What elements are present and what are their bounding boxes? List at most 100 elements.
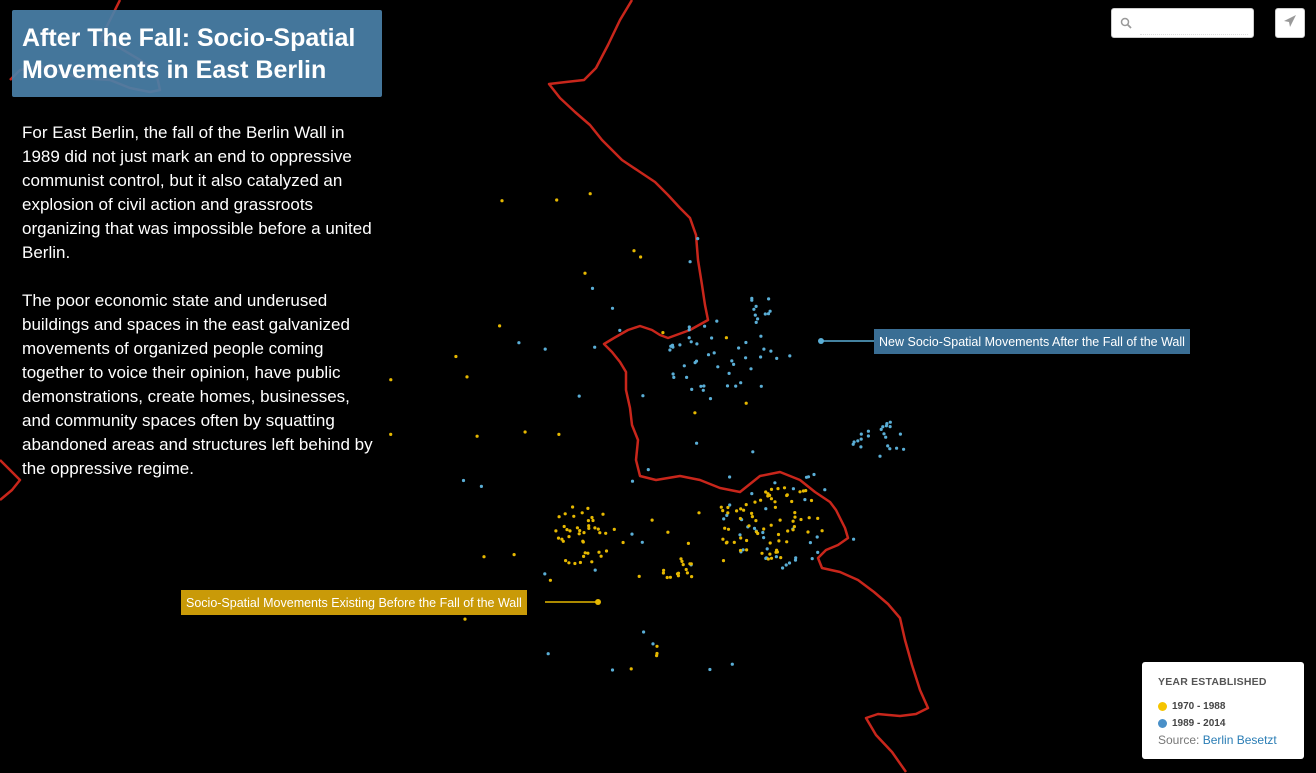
post-1989-point[interactable] [710,336,714,340]
pre-1989-point[interactable] [773,500,777,504]
post-1989-point[interactable] [730,359,734,363]
pre-1989-point[interactable] [804,489,808,493]
post-1989-point[interactable] [787,561,792,565]
pre-1989-point[interactable] [686,541,691,546]
post-1989-point[interactable] [808,541,813,545]
post-1989-point[interactable] [884,424,889,428]
post-1989-point[interactable] [753,313,757,317]
post-1989-point[interactable] [763,312,767,316]
search-input[interactable] [1140,14,1248,35]
post-1989-point[interactable] [651,642,655,646]
pre-1989-point[interactable] [769,523,773,527]
post-1989-point[interactable] [866,429,871,433]
pre-1989-point[interactable] [681,563,685,567]
pre-1989-point[interactable] [568,529,572,533]
pre-1989-point[interactable] [750,511,754,515]
pre-1989-point[interactable] [650,518,654,522]
callout-after-fall[interactable]: New Socio-Spatial Movements After the Fa… [874,329,1190,354]
pre-1989-point[interactable] [724,336,729,340]
post-1989-point[interactable] [774,555,779,559]
post-1989-point[interactable] [672,375,676,379]
post-1989-point[interactable] [759,355,763,359]
pre-1989-point[interactable] [721,537,725,541]
pre-1989-point[interactable] [465,375,469,379]
post-1989-point[interactable] [668,348,672,352]
pre-1989-point[interactable] [668,575,673,579]
pre-1989-point[interactable] [721,559,726,563]
pre-1989-point[interactable] [769,487,774,491]
pre-1989-point[interactable] [555,198,559,202]
pre-1989-point[interactable] [580,511,584,515]
pre-1989-point[interactable] [726,527,731,531]
post-1989-point[interactable] [738,533,742,537]
post-1989-point[interactable] [678,343,682,347]
pre-1989-point[interactable] [500,199,504,203]
post-1989-point[interactable] [815,535,819,539]
pre-1989-point[interactable] [582,554,586,559]
pre-1989-point[interactable] [685,571,690,575]
post-1989-point[interactable] [671,372,675,376]
post-1989-point[interactable] [543,572,547,576]
pre-1989-point[interactable] [598,531,602,535]
post-1989-point[interactable] [852,537,856,541]
pre-1989-point[interactable] [586,506,590,510]
post-1989-point[interactable] [762,347,766,351]
pre-1989-point[interactable] [482,555,486,559]
post-1989-point[interactable] [879,427,883,431]
pre-1989-point[interactable] [597,550,601,554]
post-1989-point[interactable] [701,388,705,392]
post-1989-point[interactable] [888,420,892,424]
pre-1989-point[interactable] [769,497,774,501]
pre-1989-point[interactable] [756,531,760,536]
post-1989-point[interactable] [708,667,712,672]
post-1989-point[interactable] [630,479,635,483]
pre-1989-point[interactable] [778,518,782,522]
pre-1989-point[interactable] [693,411,697,415]
pre-1989-point[interactable] [791,519,795,523]
pre-1989-point[interactable] [523,430,527,434]
post-1989-point[interactable] [750,296,754,300]
pre-1989-point[interactable] [747,524,751,528]
post-1989-point[interactable] [702,384,706,388]
post-1989-movements-points[interactable] [461,237,906,672]
post-1989-point[interactable] [898,432,903,436]
post-1989-point[interactable] [461,478,466,483]
pre-1989-point[interactable] [786,529,790,533]
post-1989-point[interactable] [773,481,777,485]
post-1989-point[interactable] [775,356,779,360]
post-1989-point[interactable] [762,536,766,540]
pre-1989-point[interactable] [590,560,594,564]
post-1989-point[interactable] [859,445,863,449]
post-1989-point[interactable] [730,662,734,666]
pre-1989-point[interactable] [777,539,781,543]
post-1989-point[interactable] [856,439,860,443]
post-1989-point[interactable] [694,359,699,363]
post-1989-point[interactable] [695,441,699,445]
pre-1989-point[interactable] [719,505,723,509]
post-1989-point[interactable] [751,450,755,454]
post-1989-point[interactable] [878,454,882,458]
post-1989-point[interactable] [882,432,886,436]
post-1989-point[interactable] [706,353,711,357]
post-1989-point[interactable] [630,532,634,536]
pre-1989-point[interactable] [754,519,758,523]
pre-1989-point[interactable] [726,505,730,510]
pre-1989-point[interactable] [739,536,743,540]
pre-1989-point[interactable] [612,527,616,532]
pre-1989-point[interactable] [454,354,458,359]
pre-1989-point[interactable] [732,540,736,545]
pre-1989-point[interactable] [809,498,814,503]
post-1989-point[interactable] [764,507,768,511]
post-1989-point[interactable] [479,484,483,488]
post-1989-point[interactable] [712,351,716,355]
post-1989-point[interactable] [593,568,597,572]
pre-1989-point[interactable] [554,529,558,533]
pre-1989-point[interactable] [567,561,571,565]
pre-1989-point[interactable] [785,540,789,544]
post-1989-point[interactable] [749,367,753,371]
pre-1989-point[interactable] [791,528,795,532]
pre-1989-point[interactable] [689,562,693,566]
pre-1989-point[interactable] [793,515,797,519]
pre-1989-point[interactable] [766,557,770,561]
pre-1989-point[interactable] [583,551,587,555]
